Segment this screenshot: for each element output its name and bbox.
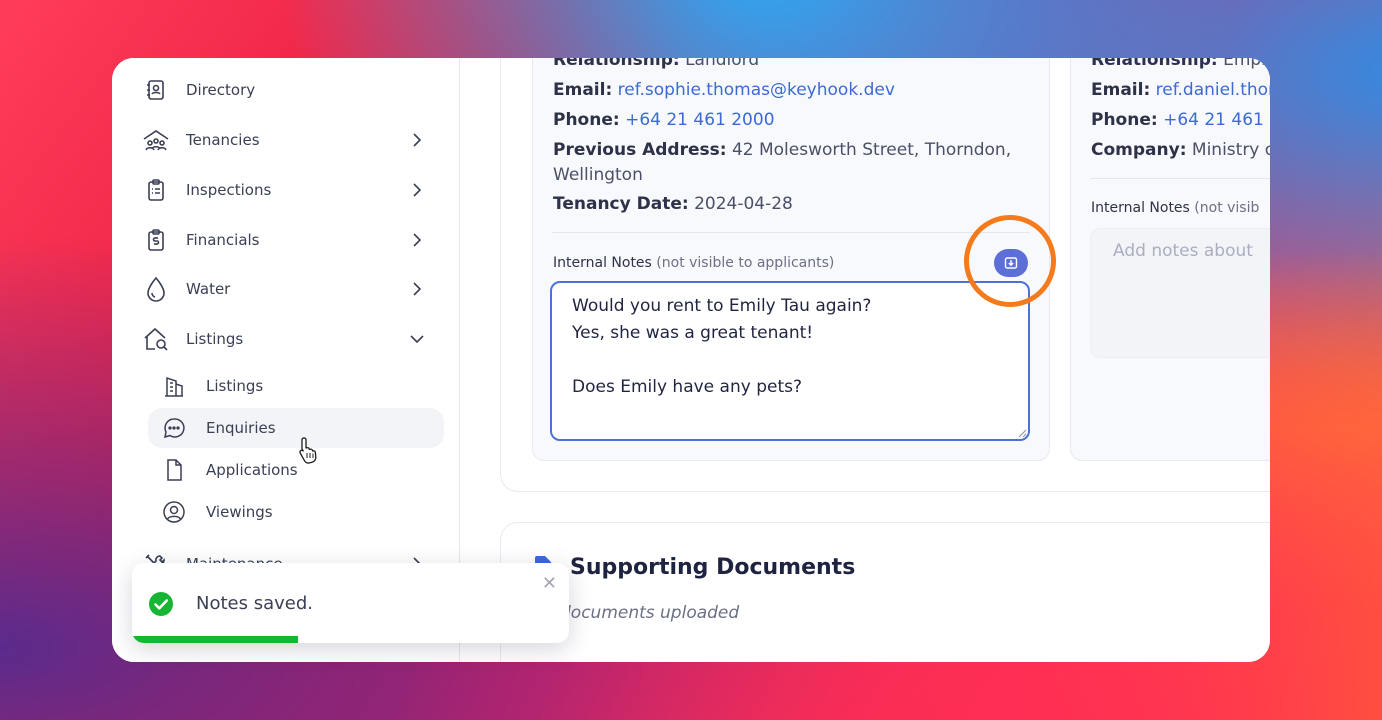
sidebar-item-financials[interactable]: Financials	[142, 222, 432, 258]
main-content: Relationship: Landlord Email: ref.sophie…	[460, 58, 1270, 662]
clipboard-icon	[142, 176, 170, 204]
check-circle-icon	[149, 592, 173, 616]
house-search-icon	[142, 325, 170, 353]
divider	[1090, 178, 1270, 179]
save-icon	[1004, 257, 1018, 269]
reference-address: Previous Address: 42 Molesworth Street, …	[553, 140, 1012, 160]
sidebar-subitem-applications[interactable]: Applications	[148, 450, 444, 490]
chevron-right-icon	[413, 183, 422, 197]
sidebar-subitem-listings[interactable]: Listings	[148, 366, 444, 406]
reference-tenancy-date: Tenancy Date: 2024-04-28	[553, 194, 793, 214]
reference-company: Company: Ministry o	[1091, 140, 1270, 160]
chevron-down-icon	[410, 335, 424, 344]
pointer-cursor-icon	[299, 437, 317, 464]
sidebar-item-directory[interactable]: Directory	[142, 72, 432, 108]
toast-notification: Notes saved. ✕	[132, 563, 569, 643]
reference-phone: Phone: +64 21 461 2000	[553, 110, 775, 130]
reference-address-line2: Wellington	[553, 165, 643, 185]
chat-bubble-icon	[162, 416, 186, 440]
reference-phone: Phone: +64 21 461 200	[1091, 110, 1270, 130]
tenancies-icon	[142, 126, 170, 154]
sidebar-subitem-label: Enquiries	[206, 419, 276, 437]
sidebar-item-label: Directory	[186, 81, 256, 99]
reference-email: Email: ref.sophie.thomas@keyhook.dev	[553, 80, 895, 100]
internal-notes-label: Internal Notes (not visible to applicant…	[553, 255, 835, 271]
reference-relationship: Relationship: Employ	[1091, 58, 1270, 70]
email-link[interactable]: ref.daniel.thom	[1156, 80, 1270, 100]
building-icon	[162, 374, 186, 398]
sidebar-item-listings[interactable]: Listings	[142, 321, 432, 357]
directory-icon	[142, 76, 170, 104]
save-notes-button[interactable]	[994, 249, 1028, 277]
user-circle-icon	[162, 500, 186, 524]
section-title: Supporting Documents	[570, 555, 856, 580]
sidebar-subitem-viewings[interactable]: Viewings	[148, 492, 444, 532]
internal-notes-textarea[interactable]: Would you rent to Emily Tau again? Yes, …	[550, 281, 1030, 441]
toast-progress-bar	[132, 636, 299, 643]
phone-link[interactable]: +64 21 461 200	[1163, 110, 1270, 130]
internal-notes-textarea[interactable]: Add notes about	[1090, 228, 1270, 358]
sidebar-item-tenancies[interactable]: Tenancies	[142, 122, 432, 158]
financials-icon	[142, 226, 170, 254]
supporting-documents-section	[500, 522, 1270, 662]
chevron-right-icon	[413, 133, 422, 147]
sidebar-item-label: Listings	[186, 330, 244, 348]
sidebar-subitem-label: Applications	[206, 461, 298, 479]
sidebar-item-label: Water	[186, 280, 231, 298]
divider	[552, 232, 1030, 233]
sidebar-item-label: Financials	[186, 231, 260, 249]
sidebar-subitem-enquiries[interactable]: Enquiries	[148, 408, 444, 448]
water-drop-icon	[142, 275, 170, 303]
sidebar-subitem-label: Viewings	[206, 503, 273, 521]
close-icon[interactable]: ✕	[542, 573, 557, 594]
sidebar-item-inspections[interactable]: Inspections	[142, 172, 432, 208]
resize-handle-icon[interactable]	[1017, 428, 1027, 438]
chevron-right-icon	[413, 282, 422, 296]
toast-message: Notes saved.	[196, 593, 313, 614]
phone-link[interactable]: +64 21 461 2000	[625, 110, 774, 130]
reference-relationship: Relationship: Landlord	[553, 58, 760, 70]
reference-email: Email: ref.daniel.thom	[1091, 80, 1270, 100]
sidebar-subitem-label: Listings	[206, 377, 264, 395]
internal-notes-label: Internal Notes (not visib	[1091, 200, 1260, 216]
email-link[interactable]: ref.sophie.thomas@keyhook.dev	[618, 80, 895, 100]
sidebar-item-water[interactable]: Water	[142, 271, 432, 307]
document-icon	[162, 458, 186, 482]
empty-state-text: documents uploaded	[560, 603, 740, 623]
sidebar-item-label: Inspections	[186, 181, 272, 199]
chevron-right-icon	[413, 233, 422, 247]
sidebar-item-label: Tenancies	[186, 131, 260, 149]
